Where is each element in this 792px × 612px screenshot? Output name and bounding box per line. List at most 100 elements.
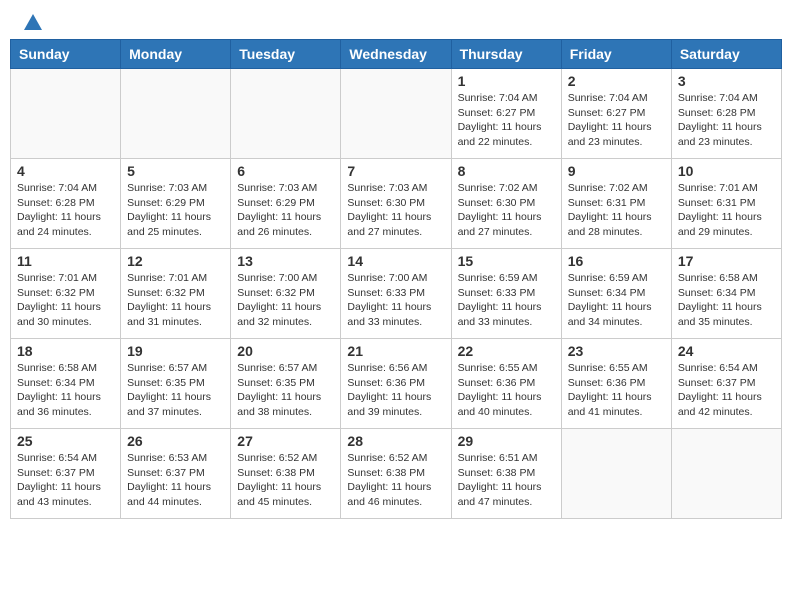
day-number: 20 — [237, 343, 334, 359]
day-number: 19 — [127, 343, 224, 359]
day-info: Sunrise: 6:54 AMSunset: 6:37 PMDaylight:… — [17, 451, 114, 510]
day-info: Sunrise: 6:52 AMSunset: 6:38 PMDaylight:… — [237, 451, 334, 510]
day-info: Sunrise: 6:58 AMSunset: 6:34 PMDaylight:… — [678, 271, 775, 330]
day-info: Sunrise: 6:54 AMSunset: 6:37 PMDaylight:… — [678, 361, 775, 420]
day-number: 14 — [347, 253, 444, 269]
calendar-cell — [231, 69, 341, 159]
calendar-cell: 24 Sunrise: 6:54 AMSunset: 6:37 PMDayligh… — [671, 339, 781, 429]
day-number: 6 — [237, 163, 334, 179]
day-info: Sunrise: 6:58 AMSunset: 6:34 PMDaylight:… — [17, 361, 114, 420]
calendar-cell: 12 Sunrise: 7:01 AMSunset: 6:32 PMDayligh… — [121, 249, 231, 339]
day-number: 10 — [678, 163, 775, 179]
day-number: 28 — [347, 433, 444, 449]
calendar-cell: 16 Sunrise: 6:59 AMSunset: 6:34 PMDayligh… — [561, 249, 671, 339]
day-header-thursday: Thursday — [451, 40, 561, 69]
calendar-cell — [341, 69, 451, 159]
day-number: 16 — [568, 253, 665, 269]
day-header-saturday: Saturday — [671, 40, 781, 69]
day-header-monday: Monday — [121, 40, 231, 69]
calendar-cell: 18 Sunrise: 6:58 AMSunset: 6:34 PMDayligh… — [11, 339, 121, 429]
calendar-header-row: SundayMondayTuesdayWednesdayThursdayFrid… — [11, 40, 782, 69]
day-info: Sunrise: 7:03 AMSunset: 6:29 PMDaylight:… — [237, 181, 334, 240]
header — [10, 10, 782, 39]
day-number: 12 — [127, 253, 224, 269]
calendar-table: SundayMondayTuesdayWednesdayThursdayFrid… — [10, 39, 782, 519]
calendar-cell: 1 Sunrise: 7:04 AMSunset: 6:27 PMDaylight… — [451, 69, 561, 159]
day-info: Sunrise: 7:02 AMSunset: 6:30 PMDaylight:… — [458, 181, 555, 240]
day-info: Sunrise: 6:51 AMSunset: 6:38 PMDaylight:… — [458, 451, 555, 510]
day-info: Sunrise: 7:04 AMSunset: 6:27 PMDaylight:… — [458, 91, 555, 150]
day-number: 2 — [568, 73, 665, 89]
day-number: 9 — [568, 163, 665, 179]
day-number: 25 — [17, 433, 114, 449]
calendar-cell: 3 Sunrise: 7:04 AMSunset: 6:28 PMDaylight… — [671, 69, 781, 159]
calendar-cell: 5Sunrise: 7:03 AMSunset: 6:29 PMDaylight… — [121, 159, 231, 249]
day-info: Sunrise: 7:03 AMSunset: 6:29 PMDaylight:… — [127, 181, 224, 240]
calendar-cell: 25 Sunrise: 6:54 AMSunset: 6:37 PMDayligh… — [11, 429, 121, 519]
calendar-week-row: 4Sunrise: 7:04 AMSunset: 6:28 PMDaylight… — [11, 159, 782, 249]
day-header-wednesday: Wednesday — [341, 40, 451, 69]
day-info: Sunrise: 6:57 AMSunset: 6:35 PMDaylight:… — [237, 361, 334, 420]
calendar-week-row: 1 Sunrise: 7:04 AMSunset: 6:27 PMDaylight… — [11, 69, 782, 159]
calendar-cell: 8 Sunrise: 7:02 AMSunset: 6:30 PMDaylight… — [451, 159, 561, 249]
day-header-friday: Friday — [561, 40, 671, 69]
day-info: Sunrise: 6:52 AMSunset: 6:38 PMDaylight:… — [347, 451, 444, 510]
calendar-cell: 22Sunrise: 6:55 AMSunset: 6:36 PMDayligh… — [451, 339, 561, 429]
calendar-cell: 2 Sunrise: 7:04 AMSunset: 6:27 PMDaylight… — [561, 69, 671, 159]
day-number: 24 — [678, 343, 775, 359]
calendar-cell: 17 Sunrise: 6:58 AMSunset: 6:34 PMDayligh… — [671, 249, 781, 339]
day-number: 13 — [237, 253, 334, 269]
calendar-cell — [671, 429, 781, 519]
calendar-cell: 23Sunrise: 6:55 AMSunset: 6:36 PMDayligh… — [561, 339, 671, 429]
calendar-week-row: 18 Sunrise: 6:58 AMSunset: 6:34 PMDayligh… — [11, 339, 782, 429]
day-info: Sunrise: 7:00 AMSunset: 6:33 PMDaylight:… — [347, 271, 444, 330]
day-number: 7 — [347, 163, 444, 179]
day-number: 8 — [458, 163, 555, 179]
calendar-cell: 10 Sunrise: 7:01 AMSunset: 6:31 PMDayligh… — [671, 159, 781, 249]
day-number: 4 — [17, 163, 114, 179]
calendar-cell: 4Sunrise: 7:04 AMSunset: 6:28 PMDaylight… — [11, 159, 121, 249]
calendar-cell: 19 Sunrise: 6:57 AMSunset: 6:35 PMDayligh… — [121, 339, 231, 429]
day-info: Sunrise: 6:55 AMSunset: 6:36 PMDaylight:… — [458, 361, 555, 420]
day-info: Sunrise: 6:59 AMSunset: 6:33 PMDaylight:… — [458, 271, 555, 330]
calendar-cell — [121, 69, 231, 159]
calendar-cell: 27Sunrise: 6:52 AMSunset: 6:38 PMDayligh… — [231, 429, 341, 519]
calendar-cell: 29 Sunrise: 6:51 AMSunset: 6:38 PMDayligh… — [451, 429, 561, 519]
day-info: Sunrise: 7:01 AMSunset: 6:32 PMDaylight:… — [17, 271, 114, 330]
day-info: Sunrise: 6:59 AMSunset: 6:34 PMDaylight:… — [568, 271, 665, 330]
day-number: 29 — [458, 433, 555, 449]
calendar-cell: 13 Sunrise: 7:00 AMSunset: 6:32 PMDayligh… — [231, 249, 341, 339]
calendar-cell: 9Sunrise: 7:02 AMSunset: 6:31 PMDaylight… — [561, 159, 671, 249]
calendar-cell — [11, 69, 121, 159]
calendar-cell: 26 Sunrise: 6:53 AMSunset: 6:37 PMDayligh… — [121, 429, 231, 519]
day-info: Sunrise: 6:57 AMSunset: 6:35 PMDaylight:… — [127, 361, 224, 420]
day-info: Sunrise: 7:01 AMSunset: 6:32 PMDaylight:… — [127, 271, 224, 330]
day-number: 18 — [17, 343, 114, 359]
day-number: 21 — [347, 343, 444, 359]
day-number: 11 — [17, 253, 114, 269]
calendar-cell: 28 Sunrise: 6:52 AMSunset: 6:38 PMDayligh… — [341, 429, 451, 519]
calendar-cell: 7 Sunrise: 7:03 AMSunset: 6:30 PMDaylight… — [341, 159, 451, 249]
calendar-cell — [561, 429, 671, 519]
logo-icon — [22, 12, 44, 34]
day-number: 15 — [458, 253, 555, 269]
day-number: 1 — [458, 73, 555, 89]
calendar-cell: 21Sunrise: 6:56 AMSunset: 6:36 PMDayligh… — [341, 339, 451, 429]
day-info: Sunrise: 7:01 AMSunset: 6:31 PMDaylight:… — [678, 181, 775, 240]
calendar-cell: 11 Sunrise: 7:01 AMSunset: 6:32 PMDayligh… — [11, 249, 121, 339]
day-info: Sunrise: 7:00 AMSunset: 6:32 PMDaylight:… — [237, 271, 334, 330]
calendar-cell: 20 Sunrise: 6:57 AMSunset: 6:35 PMDayligh… — [231, 339, 341, 429]
calendar-week-row: 25 Sunrise: 6:54 AMSunset: 6:37 PMDayligh… — [11, 429, 782, 519]
day-number: 26 — [127, 433, 224, 449]
day-info: Sunrise: 6:55 AMSunset: 6:36 PMDaylight:… — [568, 361, 665, 420]
calendar-cell: 6 Sunrise: 7:03 AMSunset: 6:29 PMDaylight… — [231, 159, 341, 249]
calendar-week-row: 11 Sunrise: 7:01 AMSunset: 6:32 PMDayligh… — [11, 249, 782, 339]
logo — [20, 20, 44, 34]
calendar-cell: 15 Sunrise: 6:59 AMSunset: 6:33 PMDayligh… — [451, 249, 561, 339]
day-info: Sunrise: 7:04 AMSunset: 6:28 PMDaylight:… — [678, 91, 775, 150]
day-number: 17 — [678, 253, 775, 269]
day-info: Sunrise: 7:04 AMSunset: 6:27 PMDaylight:… — [568, 91, 665, 150]
day-info: Sunrise: 6:53 AMSunset: 6:37 PMDaylight:… — [127, 451, 224, 510]
day-number: 3 — [678, 73, 775, 89]
day-info: Sunrise: 7:03 AMSunset: 6:30 PMDaylight:… — [347, 181, 444, 240]
